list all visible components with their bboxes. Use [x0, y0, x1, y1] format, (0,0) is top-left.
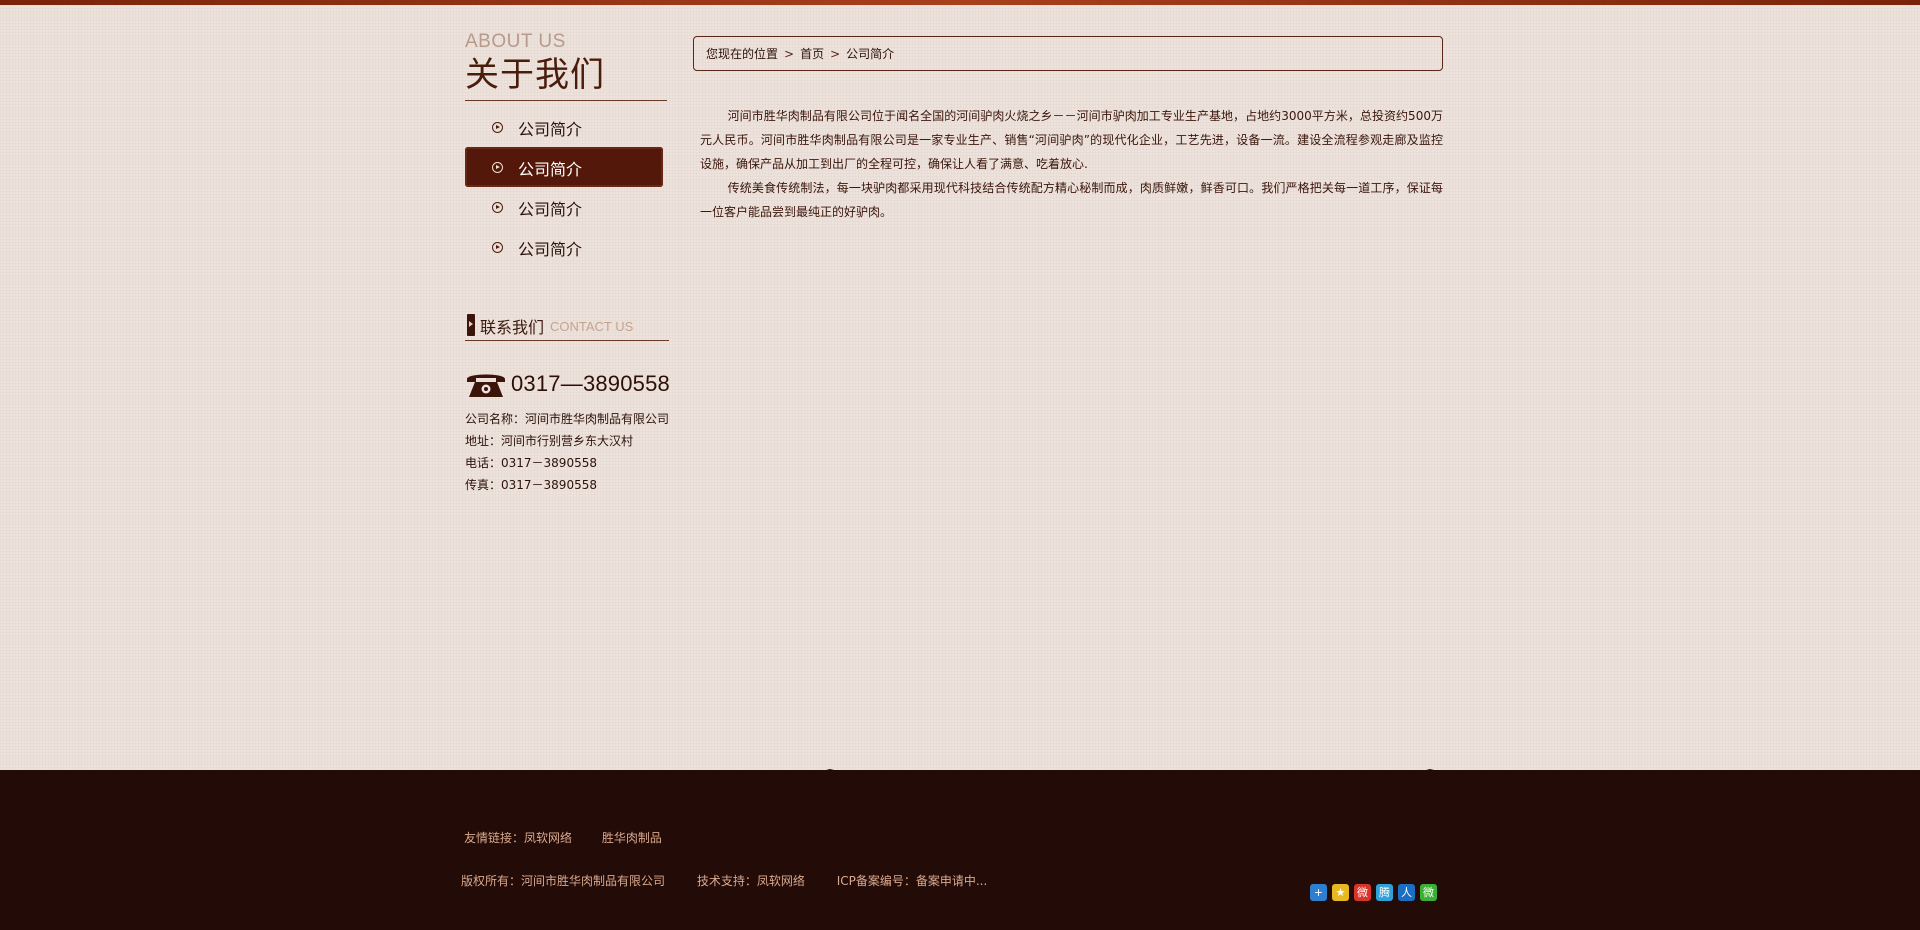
sidebar-item-company-intro-3[interactable]: 公司简介: [465, 187, 663, 227]
play-circle-icon: [492, 242, 503, 253]
sidebar-title-cn: 关于我们: [465, 55, 605, 95]
sidebar-item-label: 公司简介: [518, 200, 583, 219]
contact-divider: [465, 340, 669, 341]
play-circle-icon: [492, 162, 503, 173]
tencent-weibo-icon[interactable]: 腾: [1376, 884, 1393, 901]
contact-fax: 传真：0317－3890558: [465, 478, 597, 492]
article-paragraph: 传统美食传统制法，每一块驴肉都采用现代科技结合传统配方精心秘制而成，肉质鲜嫩，鲜…: [700, 181, 1443, 219]
chevron-right-icon: >: [830, 46, 841, 61]
sidebar: ABOUT US 关于我们 公司简介 公司简介 公司简介 公司简介 联系我们 C…: [465, 30, 670, 492]
article-content: 河间市胜华肉制品有限公司位于闻名全国的河间驴肉火烧之乡－－河间市驴肉加工专业生产…: [700, 104, 1443, 224]
sidebar-item-company-intro-4[interactable]: 公司简介: [465, 227, 663, 267]
sidebar-item-company-intro-1[interactable]: 公司简介: [465, 107, 663, 147]
sidebar-divider: [465, 100, 667, 101]
footer-friend-links: 友情链接：凤软网络 胜华肉制品: [464, 829, 688, 846]
contact-heading: 联系我们 CONTACT US: [465, 312, 669, 342]
sidebar-item-label: 公司简介: [518, 240, 583, 259]
play-circle-icon: [492, 122, 503, 133]
chevron-right-icon: [467, 314, 475, 336]
contact-title-cn: 联系我们: [480, 318, 545, 337]
share-more-icon[interactable]: +: [1310, 884, 1327, 901]
sidebar-title-en: ABOUT US: [465, 31, 566, 52]
copyright-text: 版权所有：河间市胜华肉制品有限公司: [461, 874, 666, 888]
friend-link-shenghua[interactable]: 胜华肉制品: [602, 831, 662, 845]
contact-phone: 0317—3890558: [465, 368, 670, 404]
contact-phone-number: 0317—3890558: [511, 371, 670, 396]
renren-icon[interactable]: 人: [1398, 884, 1415, 901]
breadcrumb-current: 公司简介: [846, 47, 895, 61]
contact-info: 公司名称：河间市胜华肉制品有限公司 地址：河间市行别营乡东大汉村 电话：0317…: [465, 408, 675, 496]
share-toolbar: + ★ 微 腾 人 微: [1310, 884, 1437, 901]
sidebar-item-label: 公司简介: [518, 120, 583, 139]
sidebar-item-company-intro-2[interactable]: 公司简介: [465, 147, 663, 187]
wechat-icon[interactable]: 微: [1420, 884, 1437, 901]
contact-title-en: CONTACT US: [550, 319, 634, 334]
breadcrumb-prefix: 您现在的位置: [706, 47, 779, 61]
article-paragraph: 河间市胜华肉制品有限公司位于闻名全国的河间驴肉火烧之乡－－河间市驴肉加工专业生产…: [700, 109, 1443, 171]
chevron-right-icon: >: [784, 46, 795, 61]
friend-link-fengruan[interactable]: 凤软网络: [524, 831, 572, 845]
footer: [0, 770, 1920, 930]
icp-text: ICP备案编号：备案申请中...: [836, 874, 988, 888]
contact-tel: 电话：0317－3890558: [465, 456, 597, 470]
telephone-icon: [467, 374, 505, 397]
weibo-icon[interactable]: 微: [1354, 884, 1371, 901]
tech-support-text: 技术支持：凤软网络: [696, 874, 805, 888]
friend-links-label: 友情链接：: [464, 831, 525, 845]
sidebar-item-label: 公司简介: [518, 160, 583, 179]
contact-company-name: 公司名称：河间市胜华肉制品有限公司: [465, 412, 670, 426]
top-accent-bar: [0, 0, 1920, 5]
qzone-icon[interactable]: ★: [1332, 884, 1349, 901]
breadcrumb-home-link[interactable]: 首页: [800, 45, 824, 62]
sidebar-menu: 公司简介 公司简介 公司简介 公司简介: [465, 107, 670, 267]
footer-copyright: 版权所有：河间市胜华肉制品有限公司 技术支持：凤软网络 ICP备案编号：备案申请…: [461, 872, 1015, 889]
contact-address: 地址：河间市行别营乡东大汉村: [465, 434, 634, 448]
breadcrumb: 您现在的位置 > 首页 > 公司简介: [693, 36, 1443, 71]
play-circle-icon: [492, 202, 503, 213]
